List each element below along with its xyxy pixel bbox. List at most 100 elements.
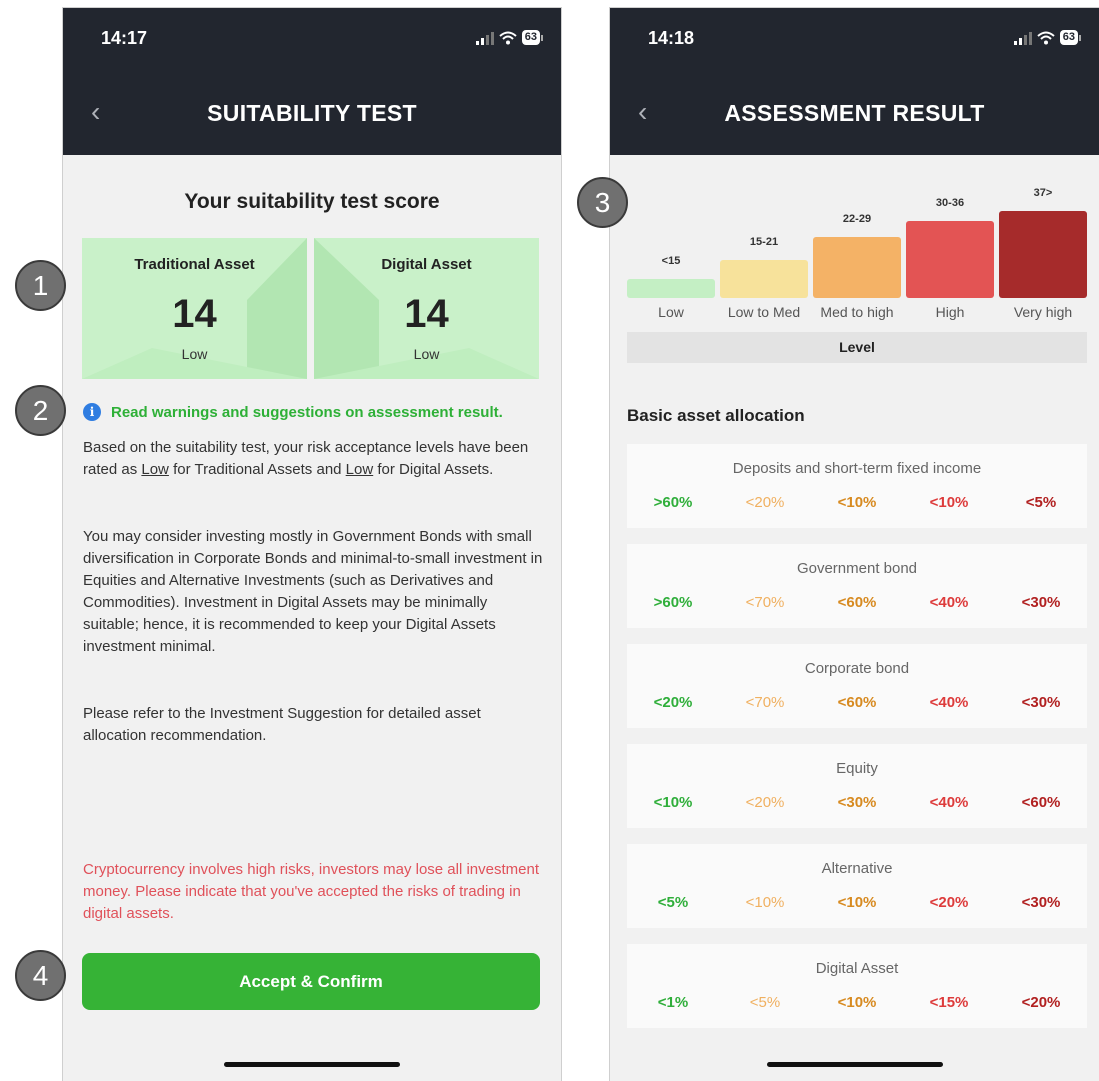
traditional-asset-level: Low xyxy=(181,346,208,362)
allocation-value: <1% xyxy=(657,994,689,1011)
risk-level-range: 22-29 xyxy=(842,213,872,225)
callout-marker-3: 3 xyxy=(577,177,628,228)
allocation-heading: Basic asset allocation xyxy=(627,406,805,425)
allocation-card: Government bond >60% <70% <60% <40% <30% xyxy=(627,544,1087,628)
allocation-value: <30% xyxy=(1021,894,1061,911)
risk-level-bar-2: 22-29 xyxy=(813,213,901,298)
status-time: 14:18 xyxy=(648,28,695,48)
header-bar: 14:17 63 ‹ SUITABILITY TEST xyxy=(63,8,561,155)
allocation-asset-name: Corporate bond xyxy=(804,660,910,677)
risk-level-bar-fill xyxy=(999,211,1087,298)
allocation-asset-name: Digital Asset xyxy=(815,960,899,977)
allocation-card: Alternative <5% <10% <10% <20% <30% xyxy=(627,844,1087,928)
allocation-value: <20% xyxy=(653,694,693,711)
allocation-values-row: <5% <10% <10% <20% <30% xyxy=(627,894,1087,914)
wifi-icon xyxy=(499,31,517,44)
digital-level-text: Low xyxy=(345,461,374,478)
risk-level-bar-4: 37> xyxy=(999,187,1087,298)
allocation-card: Equity <10% <20% <30% <40% <60% xyxy=(627,744,1087,828)
allocation-value: <10% xyxy=(929,494,969,511)
digital-asset-score-card: Digital Asset 14 Low xyxy=(314,238,539,379)
allocation-value: <30% xyxy=(837,794,877,811)
battery-icon: 63 xyxy=(1059,30,1078,45)
warnings-link-label: Read warnings and suggestions on assessm… xyxy=(111,403,503,421)
allocation-value: <10% xyxy=(837,894,877,911)
risk-level-range: <15 xyxy=(661,255,681,267)
accept-confirm-button[interactable]: Accept & Confirm xyxy=(82,953,540,1010)
allocation-values-row: >60% <70% <60% <40% <30% xyxy=(627,594,1087,614)
allocation-card: Deposits and short-term fixed income >60%… xyxy=(627,444,1087,528)
allocation-value: <20% xyxy=(1021,994,1061,1011)
level-axis-label: Level xyxy=(627,332,1087,363)
status-icons: 63 xyxy=(1013,30,1081,45)
allocation-value: <70% xyxy=(745,694,785,711)
risk-level-name: Low to Med xyxy=(727,304,801,320)
allocation-value: <60% xyxy=(1021,794,1061,811)
suggestion-paragraph: You may consider investing mostly in Gov… xyxy=(83,528,543,655)
risk-level-name: Med to high xyxy=(820,304,894,320)
allocation-value: <5% xyxy=(749,994,781,1011)
digital-asset-score: 14 xyxy=(404,292,449,336)
page-title: SUITABILITY TEST xyxy=(207,100,417,126)
allocation-value: <15% xyxy=(929,994,969,1011)
allocation-value: <20% xyxy=(745,494,785,511)
allocation-value: <40% xyxy=(929,694,969,711)
status-icons: 63 xyxy=(475,30,543,45)
risk-level-name: Very high xyxy=(1013,304,1073,320)
allocation-values-row: <1% <5% <10% <15% <20% xyxy=(627,994,1087,1014)
allocation-value: >60% xyxy=(653,494,693,511)
risk-level-bar-fill xyxy=(720,260,808,298)
risk-level-name: Low xyxy=(658,304,684,320)
risk-level-range: 37> xyxy=(1033,187,1053,199)
allocation-value: <40% xyxy=(929,594,969,611)
allocation-value: <40% xyxy=(929,794,969,811)
allocation-card: Corporate bond <20% <70% <60% <40% <30% xyxy=(627,644,1087,728)
traditional-asset-score-card: Traditional Asset 14 Low xyxy=(82,238,307,379)
rating-paragraph: Based on the suitability test, your risk… xyxy=(83,439,529,478)
traditional-asset-label: Traditional Asset xyxy=(134,256,255,273)
risk-level-bar-0: <15 xyxy=(627,255,715,298)
allocation-value: <5% xyxy=(657,894,689,911)
callout-marker-2: 2 xyxy=(15,385,66,436)
risk-level-bar-fill xyxy=(627,279,715,298)
allocation-asset-name: Deposits and short-term fixed income xyxy=(732,460,982,477)
allocation-value: <30% xyxy=(1021,594,1061,611)
suitability-test-screen: 14:17 63 ‹ SUITABILITY TEST Your suitabi… xyxy=(63,8,561,1081)
digital-asset-label: Digital Asset xyxy=(381,256,472,273)
risk-level-bar-3: 30-36 xyxy=(906,197,994,298)
info-icon: i xyxy=(83,403,101,421)
status-time: 14:17 xyxy=(101,28,148,48)
warnings-link[interactable]: i Read warnings and suggestions on asses… xyxy=(83,403,503,421)
risk-level-name: High xyxy=(935,304,965,320)
risk-warning-text: Cryptocurrency involves high risks, inve… xyxy=(83,861,539,922)
allocation-value: <10% xyxy=(837,994,877,1011)
allocation-value: <70% xyxy=(745,594,785,611)
allocation-asset-name: Equity xyxy=(836,760,878,777)
allocation-values-row: >60% <20% <10% <10% <5% xyxy=(627,494,1087,514)
allocation-asset-name: Alternative xyxy=(821,860,893,877)
callout-marker-4: 4 xyxy=(15,950,66,1001)
digital-asset-level: Low xyxy=(413,346,440,362)
risk-level-bar-1: 15-21 xyxy=(720,236,808,298)
allocation-value: <5% xyxy=(1025,494,1057,511)
score-heading: Your suitability test score xyxy=(184,190,440,213)
callout-marker-1: 1 xyxy=(15,260,66,311)
risk-level-range: 15-21 xyxy=(749,236,779,248)
home-indicator xyxy=(766,1062,943,1067)
allocation-asset-name: Government bond xyxy=(796,560,918,577)
allocation-value: >60% xyxy=(653,594,693,611)
allocation-values-row: <10% <20% <30% <40% <60% xyxy=(627,794,1087,814)
signal-icon xyxy=(1013,31,1032,45)
allocation-value: <30% xyxy=(1021,694,1061,711)
risk-level-bars: <15 15-21 22-29 30-36 37> xyxy=(627,187,1087,298)
signal-icon xyxy=(475,31,494,45)
assessment-result-screen: 14:18 63 ‹ ASSESSMENT RESULT <15 15-21 22-… xyxy=(610,8,1099,1081)
allocation-values-row: <20% <70% <60% <40% <30% xyxy=(627,694,1087,714)
allocation-value: <60% xyxy=(837,694,877,711)
allocation-value: <10% xyxy=(653,794,693,811)
battery-icon: 63 xyxy=(521,30,540,45)
wifi-icon xyxy=(1037,31,1055,44)
allocation-card: Digital Asset <1% <5% <10% <15% <20% xyxy=(627,944,1087,1028)
traditional-level-text: Low xyxy=(141,461,169,478)
risk-level-names: Low Low to Med Med to high High Very high xyxy=(627,304,1087,324)
